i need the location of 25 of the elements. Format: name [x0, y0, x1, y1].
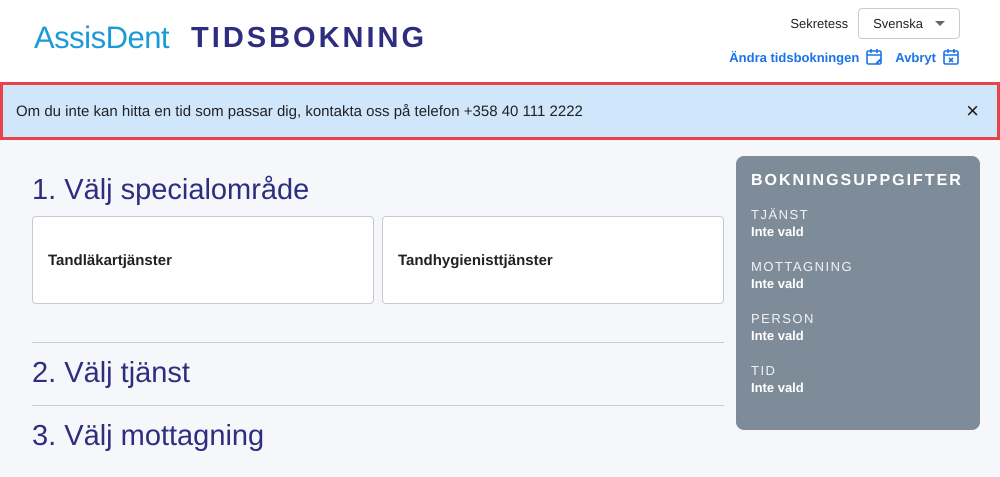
caret-icon [935, 21, 945, 26]
cancel-link[interactable]: Avbryt [895, 48, 960, 66]
field-label: TID [751, 363, 778, 378]
close-button[interactable]: × [966, 100, 979, 122]
option-card[interactable]: Tandhygienisttjänster [382, 216, 724, 304]
notice-text: Om du inte kan hitta en tid som passar dig, kontakta oss på telefon +358 40 111 2222 [16, 102, 583, 120]
step-heading: 3. Välj mottagning [32, 419, 266, 454]
logo: AssisDent [34, 20, 170, 56]
field-value: Inte vald [751, 224, 805, 239]
field-value: Inte vald [751, 328, 805, 343]
field-label: PERSON [751, 311, 816, 326]
privacy-label: Sekretess [790, 16, 848, 31]
field-value: Inte vald [751, 380, 805, 395]
language-select[interactable]: Svenska [858, 8, 960, 39]
step-heading: 1. Välj specialområde [32, 173, 310, 208]
option-card[interactable]: Tandläkartjänster [32, 216, 374, 304]
field-label: TJÄNST [751, 207, 810, 222]
field-label: MOTTAGNING [751, 259, 854, 274]
edit-booking-link[interactable]: Ändra tidsbokningen [729, 48, 884, 66]
step-heading: 2. Välj tjänst [32, 356, 191, 391]
field-value: Inte vald [751, 276, 805, 291]
calendar-edit-icon [865, 48, 884, 66]
page-title: TIDSBOKNING [191, 22, 428, 54]
summary-title: BOKNINGSUPPGIFTER [751, 172, 964, 190]
calendar-cancel-icon [942, 48, 960, 66]
